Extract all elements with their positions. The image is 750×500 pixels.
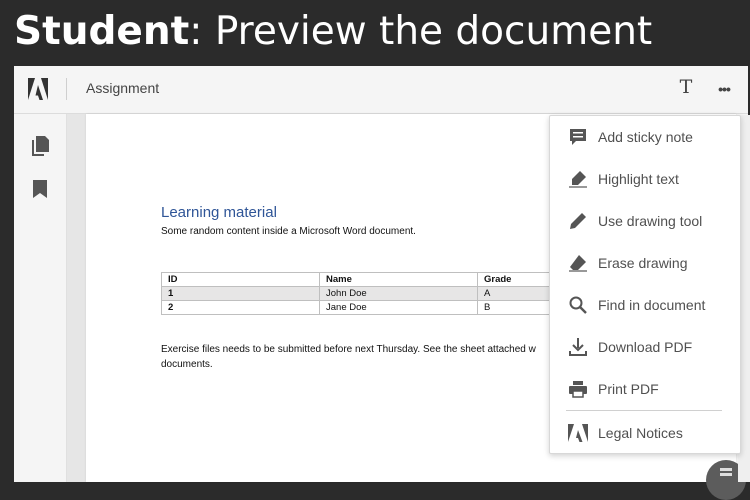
bookmark-icon[interactable] — [33, 180, 47, 198]
menu-item-print-pdf[interactable]: Print PDF — [550, 368, 740, 410]
download-icon — [569, 338, 587, 356]
page-gutter — [67, 114, 86, 482]
menu-item-label: Use drawing tool — [598, 213, 703, 229]
title-banner: Student: Preview the document — [0, 0, 750, 66]
menu-divider — [566, 410, 722, 411]
menu-item-download-pdf[interactable]: Download PDF — [550, 326, 740, 368]
menu-item-find-in-document[interactable]: Find in document — [550, 284, 740, 326]
pencil-icon — [570, 213, 586, 229]
adobe-logo-icon — [28, 78, 48, 100]
menu-item-label: Highlight text — [598, 171, 679, 187]
document-subtitle: Some random content inside a Microsoft W… — [161, 226, 416, 237]
top-toolbar: Assignment T ••• — [14, 66, 748, 114]
banner-title-bold: Student — [14, 9, 190, 54]
table-cell: 2 — [161, 300, 320, 315]
table-cell: John Doe — [319, 286, 478, 301]
text-tool-button[interactable]: T — [675, 76, 697, 98]
menu-item-label: Find in document — [598, 297, 706, 313]
table-header-cell: Name — [319, 272, 478, 287]
menu-item-use-drawing-tool[interactable]: Use drawing tool — [550, 200, 740, 242]
menu-item-label: Download PDF — [598, 339, 693, 355]
menu-item-highlight-text[interactable]: Highlight text — [550, 158, 740, 200]
table-cell: Jane Doe — [319, 300, 478, 315]
pages-icon[interactable] — [31, 136, 49, 156]
menu-item-label: Legal Notices — [598, 425, 683, 441]
document-heading: Learning material — [161, 204, 277, 221]
more-options-button[interactable]: ••• — [712, 80, 736, 98]
search-icon — [569, 296, 587, 314]
sticky-note-icon — [570, 129, 586, 145]
table-header-cell: ID — [161, 272, 320, 287]
adobe-logo-icon — [568, 424, 588, 442]
more-options-menu: Add sticky note Highlight text Use drawi… — [549, 115, 741, 454]
menu-item-add-sticky-note[interactable]: Add sticky note — [550, 116, 740, 158]
document-name: Assignment — [86, 80, 160, 96]
menu-item-legal-notices[interactable]: Legal Notices — [550, 412, 740, 454]
printer-icon — [569, 381, 587, 398]
banner-title-rest: : Preview the document — [189, 9, 653, 54]
toolbar-divider — [66, 78, 67, 100]
menu-item-label: Erase drawing — [598, 255, 688, 271]
menu-item-label: Print PDF — [598, 381, 659, 397]
eraser-icon — [569, 255, 587, 272]
table-cell: 1 — [161, 286, 320, 301]
menu-item-label: Add sticky note — [598, 129, 693, 145]
highlighter-icon — [569, 171, 587, 188]
banner-title: Student: Preview the document — [14, 6, 652, 58]
menu-item-erase-drawing[interactable]: Erase drawing — [550, 242, 740, 284]
left-rail — [14, 114, 67, 482]
